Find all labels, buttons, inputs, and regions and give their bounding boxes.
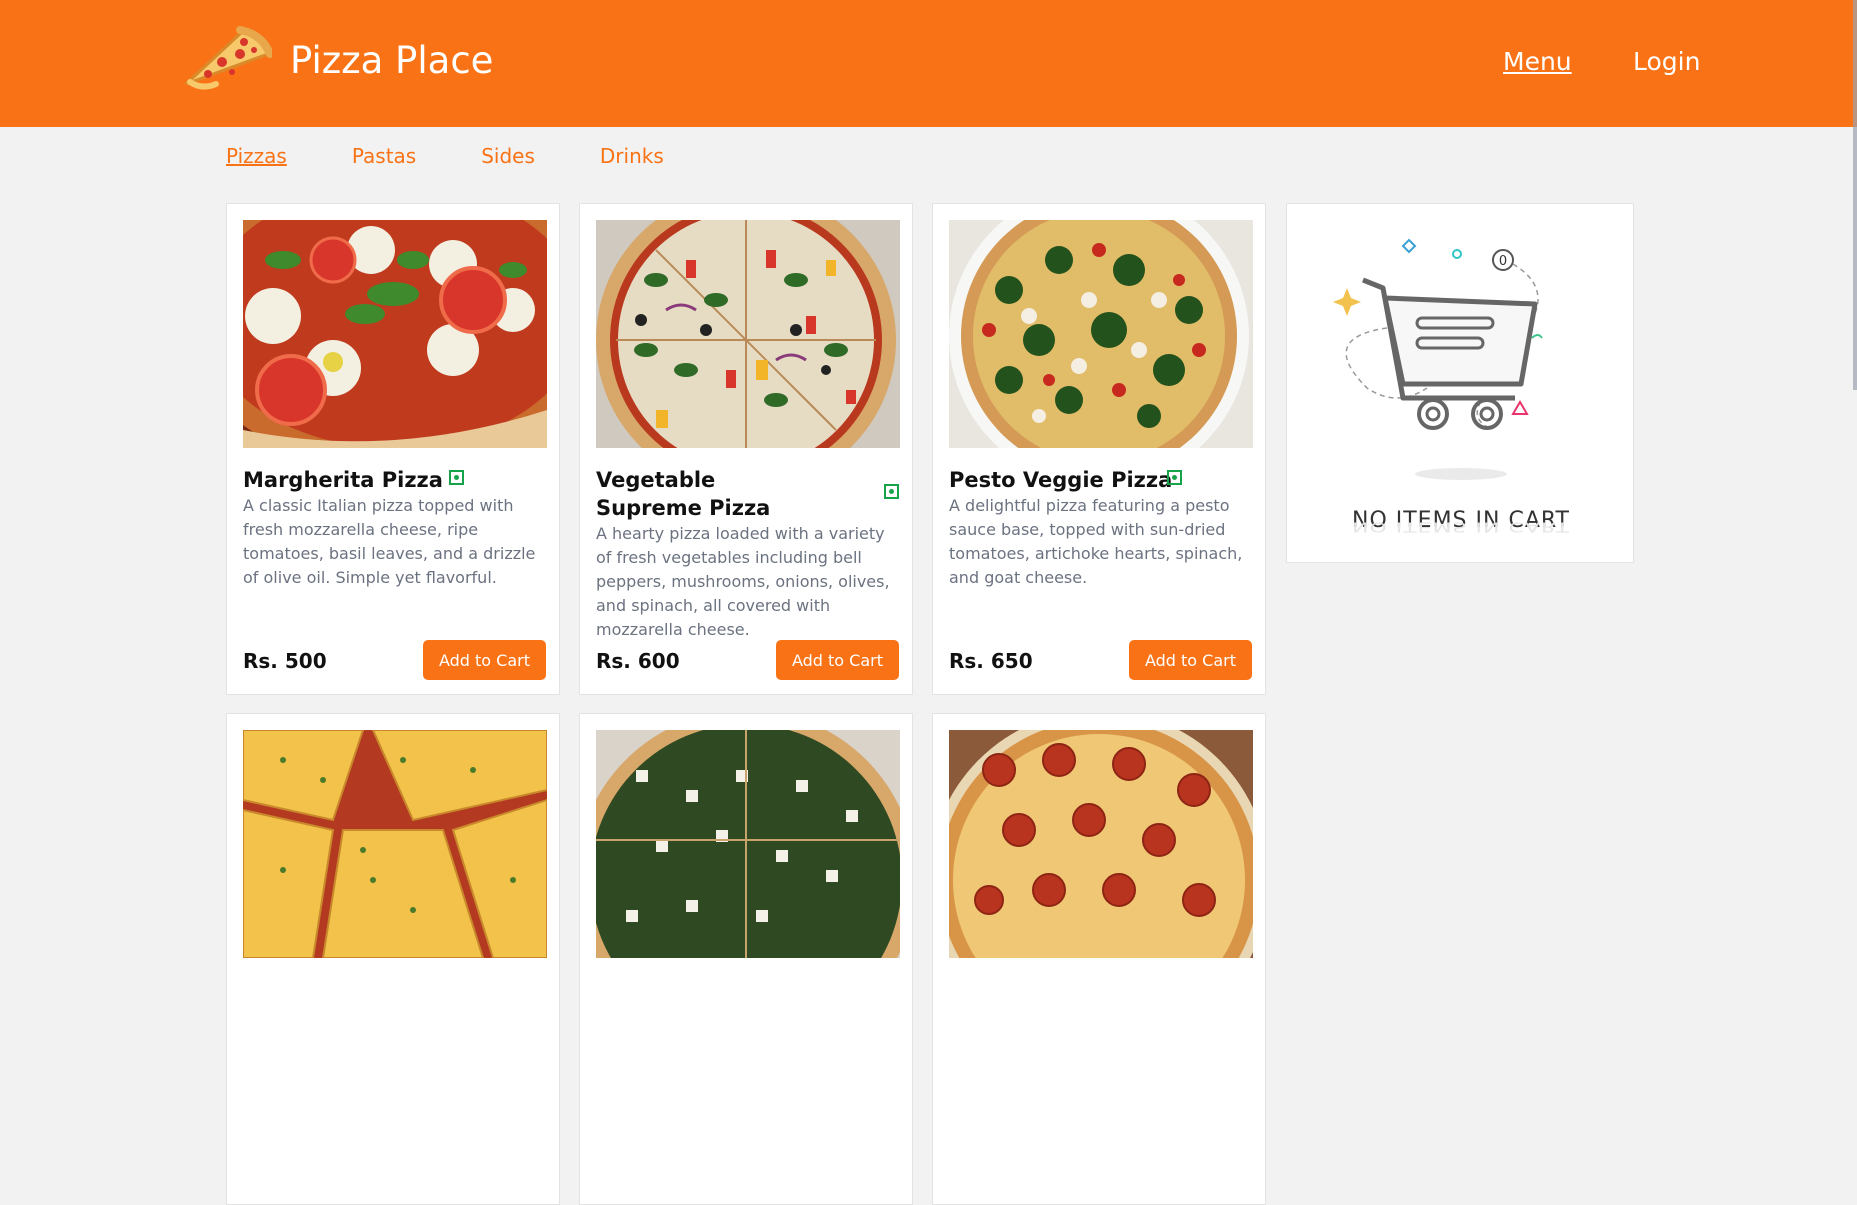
category-tabs: Pizzas Pastas Sides Drinks: [226, 144, 729, 168]
product-name: Vegetable Supreme Pizza: [596, 468, 771, 520]
product-card: Pesto Veggie Pizza A delightful pizza fe…: [932, 203, 1266, 695]
product-image: [949, 220, 1253, 448]
tab-drinks[interactable]: Drinks: [600, 144, 664, 168]
product-description: A classic Italian pizza topped with fres…: [243, 496, 536, 587]
veg-icon: [449, 470, 464, 485]
veg-icon: [884, 484, 899, 499]
nav-menu-link[interactable]: Menu: [1503, 47, 1572, 76]
empty-cart-icon: 0: [1333, 238, 1543, 480]
tab-sides[interactable]: Sides: [481, 144, 535, 168]
product-price: Rs. 600: [596, 649, 680, 673]
product-image: [243, 220, 547, 448]
cart-count-badge: 0: [1499, 254, 1507, 269]
product-description: A delightful pizza featuring a pesto sau…: [949, 496, 1243, 587]
cart-empty-text-reflection: NO ITEMS IN CART: [1351, 519, 1570, 534]
page-scrollbar[interactable]: [1853, 0, 1857, 390]
product-price: Rs. 650: [949, 649, 1033, 673]
add-to-cart-button[interactable]: Add to Cart: [1129, 640, 1252, 680]
nav-login-link[interactable]: Login: [1633, 47, 1700, 76]
brand-title: Pizza Place: [290, 38, 494, 82]
product-image: [949, 730, 1253, 958]
tab-pastas[interactable]: Pastas: [352, 144, 416, 168]
cart-panel: 0 NO ITEMS IN CART NO ITEMS IN CART: [1286, 203, 1634, 563]
product-card: [226, 713, 560, 1205]
product-card: [932, 713, 1266, 1205]
product-name: Pesto Veggie Pizza: [949, 468, 1173, 492]
pizza-slice-icon: [184, 26, 272, 90]
product-card: [579, 713, 913, 1205]
product-card: Vegetable Supreme Pizza A hearty pizza l…: [579, 203, 913, 695]
product-image: [596, 730, 900, 958]
product-image: [596, 220, 900, 448]
product-image: [243, 730, 547, 958]
product-price: Rs. 500: [243, 649, 327, 673]
site-header: Pizza Place Menu Login: [0, 0, 1857, 127]
brand[interactable]: Pizza Place: [182, 26, 493, 94]
product-description: A hearty pizza loaded with a variety of …: [596, 524, 890, 639]
add-to-cart-button[interactable]: Add to Cart: [423, 640, 546, 680]
veg-icon: [1167, 470, 1182, 485]
product-card: Margherita Pizza A classic Italian pizza…: [226, 203, 560, 695]
tab-pizzas[interactable]: Pizzas: [226, 144, 287, 168]
add-to-cart-button[interactable]: Add to Cart: [776, 640, 899, 680]
